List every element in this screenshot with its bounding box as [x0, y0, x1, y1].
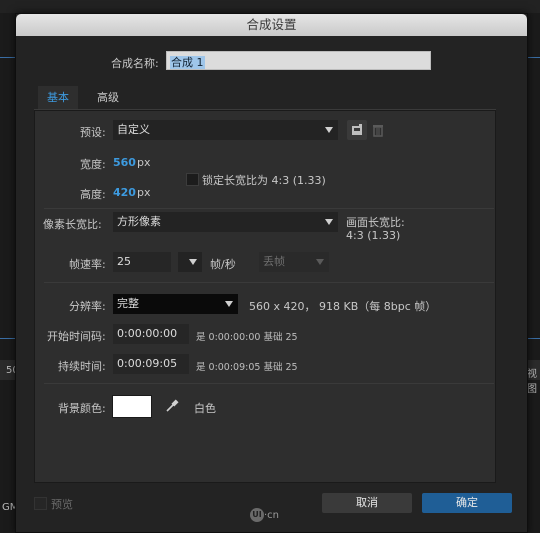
delete-preset-button[interactable]: [368, 120, 388, 140]
width-value[interactable]: 560: [113, 156, 136, 169]
duration-input[interactable]: 0:00:09:05: [113, 354, 189, 374]
cancel-button-label: 取消: [356, 496, 378, 509]
background-label: 视图: [527, 369, 537, 395]
resolution-info: 560 x 420， 918 KB（每 8bpc 帧）: [249, 300, 437, 313]
start-timecode-info: 是 0:00:00:00 基础 25: [196, 332, 298, 343]
start-timecode-label: 开始时间码:: [47, 330, 106, 343]
frame-rate-value: 25: [117, 255, 131, 268]
start-timecode-input[interactable]: 0:00:00:00: [113, 324, 189, 344]
resolution-dropdown[interactable]: 完整: [113, 294, 238, 314]
frame-rate-input[interactable]: 25: [113, 252, 171, 272]
divider: [44, 208, 494, 209]
background-guide-line: [0, 57, 15, 58]
frame-aspect-value: 4:3 (1.33): [346, 229, 401, 242]
lock-aspect-checkbox[interactable]: [186, 173, 199, 186]
background-guide-line: [526, 57, 540, 58]
composition-settings-dialog: 合成设置 合成名称: 合成 1 基本 高级 预设: 自定义 宽度: 560 px: [15, 13, 528, 533]
tab-basic[interactable]: 基本: [38, 86, 78, 110]
height-value[interactable]: 420: [113, 186, 136, 199]
comp-name-label: 合成名称:: [111, 57, 159, 70]
ok-button-label: 确定: [456, 496, 478, 509]
lock-aspect-label: 锁定长宽比为 4:3 (1.33): [202, 174, 326, 187]
pixel-aspect-label: 像素长宽比:: [43, 218, 102, 231]
duration-value: 0:00:09:05: [117, 357, 178, 370]
resolution-value: 完整: [117, 297, 139, 310]
cancel-button[interactable]: 取消: [322, 493, 412, 513]
tab-advanced-label: 高级: [97, 91, 119, 104]
ok-button[interactable]: 确定: [422, 493, 512, 513]
pixel-aspect-dropdown[interactable]: 方形像素: [113, 212, 338, 232]
eyedropper-icon: [166, 399, 179, 412]
comp-name-value: 合成 1: [170, 56, 205, 69]
chevron-down-icon: [325, 219, 333, 225]
background-guide-line: [0, 338, 15, 339]
comp-name-input[interactable]: 合成 1: [166, 51, 431, 70]
width-unit: px: [137, 156, 151, 169]
chevron-down-icon: [325, 127, 333, 133]
dialog-title[interactable]: 合成设置: [16, 14, 527, 36]
bg-color-name: 白色: [194, 402, 216, 415]
preset-value: 自定义: [117, 123, 150, 136]
frame-aspect-label: 画面长宽比:: [346, 216, 405, 229]
save-preset-icon: [352, 124, 362, 135]
preview-label: 预览: [51, 498, 73, 511]
preset-dropdown[interactable]: 自定义: [113, 120, 338, 140]
chevron-down-icon: [225, 301, 233, 307]
width-label: 宽度:: [80, 158, 106, 171]
tab-basic-label: 基本: [47, 91, 69, 104]
frame-rate-unit: 帧/秒: [210, 258, 236, 271]
chevron-down-icon: [316, 259, 324, 265]
background-guide-line: [526, 338, 540, 339]
resolution-label: 分辨率:: [69, 300, 106, 313]
bg-color-swatch[interactable]: [112, 395, 152, 418]
chevron-down-icon: [189, 259, 197, 265]
divider: [44, 383, 494, 384]
divider: [44, 282, 494, 283]
height-unit: px: [137, 186, 151, 199]
watermark-suffix: ·cn: [264, 510, 280, 521]
duration-info: 是 0:00:09:05 基础 25: [196, 362, 298, 373]
eyedropper-button[interactable]: [162, 396, 182, 416]
watermark-logo: UI: [250, 508, 264, 522]
preset-label: 预设:: [80, 126, 106, 139]
bg-color-label: 背景颜色:: [58, 402, 106, 415]
background-app-top: [0, 0, 540, 13]
frame-rate-label: 帧速率:: [69, 258, 106, 271]
drop-frame-dropdown[interactable]: 丢帧: [259, 252, 329, 272]
trash-icon: [373, 125, 383, 137]
height-label: 高度:: [80, 188, 106, 201]
pixel-aspect-value: 方形像素: [117, 215, 161, 228]
frame-rate-dropdown[interactable]: [178, 252, 202, 272]
preview-checkbox[interactable]: [34, 497, 47, 510]
watermark: UI ·cn: [250, 508, 279, 522]
duration-label: 持续时间:: [58, 360, 106, 373]
start-timecode-value: 0:00:00:00: [117, 327, 178, 340]
drop-frame-value: 丢帧: [263, 255, 285, 268]
save-preset-button[interactable]: [347, 120, 367, 140]
tab-advanced[interactable]: 高级: [88, 86, 128, 110]
